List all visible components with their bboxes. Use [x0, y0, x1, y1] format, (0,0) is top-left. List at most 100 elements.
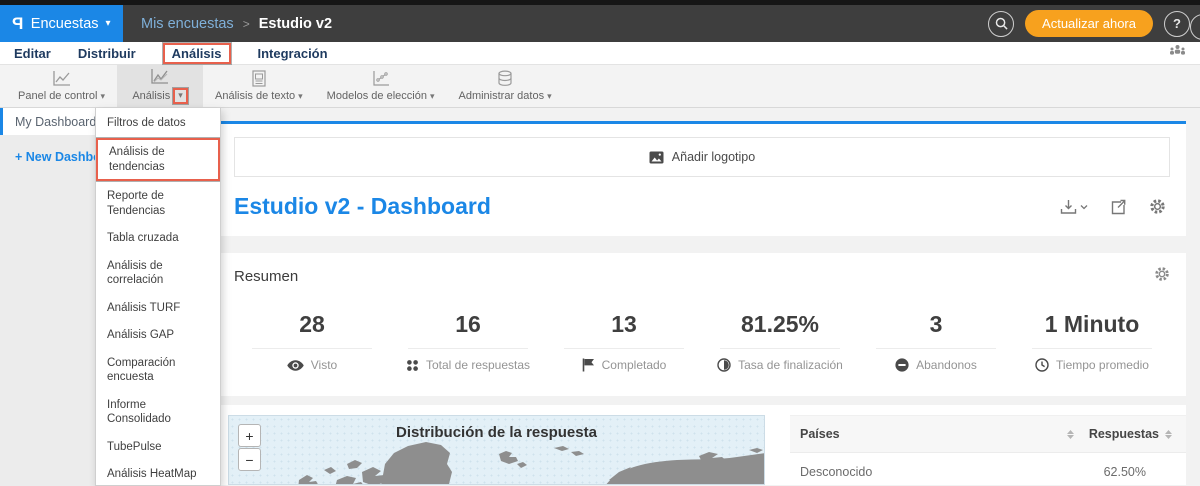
- stat-label: Abandonos: [916, 358, 977, 372]
- chevron-down-icon: ▾: [429, 90, 435, 101]
- country-cell: Desconocido: [800, 465, 873, 479]
- table-row[interactable]: Desconocido 62.50%: [790, 453, 1186, 486]
- minus-circle-icon: [895, 358, 909, 372]
- collaborators-button[interactable]: [1169, 44, 1200, 62]
- divider: [1032, 348, 1152, 349]
- breadcrumb-current-survey: Estudio v2: [258, 15, 333, 32]
- map-title: Distribución de la respuesta: [396, 424, 597, 441]
- dashboard-main: Añadir logotipo Estudio v2 - Dashboard R…: [195, 108, 1200, 486]
- download-icon: [1060, 199, 1077, 214]
- toolbar-modelos-de-eleccion[interactable]: Modelos de elección ▾: [315, 65, 447, 107]
- toolbar-analisis[interactable]: Análisis ▾: [117, 65, 204, 107]
- menu-item-analisis-gap[interactable]: Análisis GAP: [96, 323, 220, 347]
- gear-icon: [1155, 267, 1169, 281]
- toolbar-panel-de-control[interactable]: Panel de control ▾: [6, 65, 117, 107]
- tab-analisis[interactable]: Análisis: [162, 42, 231, 64]
- map-zoom-out-button[interactable]: −: [238, 448, 261, 471]
- world-map-graphic: [298, 442, 764, 484]
- menu-item-reporte-de-tendencias[interactable]: Reporte de Tendencias: [96, 184, 220, 223]
- grid-dots-icon: [407, 359, 418, 371]
- toolbar-administrar-datos[interactable]: Administrar datos ▾: [447, 65, 564, 107]
- chevron-down-icon: [1080, 204, 1088, 209]
- menu-item-tabla-cruzada[interactable]: Tabla cruzada: [96, 226, 220, 250]
- stat-total-responses: 16 Total de respuestas: [390, 311, 546, 372]
- summary-panel: Resumen 28 Visto 16 Total de respuestas …: [218, 253, 1186, 396]
- stat-value: 1 Minuto: [1044, 311, 1140, 337]
- share-button[interactable]: [1110, 199, 1127, 215]
- add-logo-dropzone[interactable]: Añadir logotipo: [234, 137, 1170, 177]
- stat-label: Visto: [310, 358, 338, 372]
- column-header-responses[interactable]: Respuestas: [1089, 427, 1159, 441]
- stat-value: 81.25%: [740, 311, 819, 337]
- toolbar-analisis-de-texto[interactable]: Análisis de texto ▾: [203, 65, 315, 107]
- chevron-down-icon[interactable]: ▾: [178, 90, 183, 100]
- eye-icon: [287, 359, 304, 371]
- summary-settings-button[interactable]: [1154, 266, 1170, 287]
- stat-label: Total de respuestas: [425, 358, 531, 372]
- chevron-down-icon: ▾: [298, 90, 303, 101]
- menu-item-filtros-de-datos[interactable]: Filtros de datos: [96, 111, 220, 135]
- tab-editar[interactable]: Editar: [14, 47, 51, 60]
- stat-completed: 13 Completado: [546, 311, 702, 372]
- menu-item-tubepulse[interactable]: TubePulse: [96, 435, 220, 459]
- divider: [720, 348, 840, 349]
- annotation-box-caret: ▾: [173, 88, 188, 104]
- image-icon: [649, 151, 664, 163]
- flag-icon: [582, 358, 594, 372]
- app-header: P Encuestas ▾ Mis encuestas > Estudio v2…: [0, 5, 1200, 42]
- header-actions: Actualizar ahora ?: [988, 10, 1200, 37]
- menu-item-analisis-turf[interactable]: Análisis TURF: [96, 296, 220, 320]
- map-zoom-in-button[interactable]: +: [238, 424, 261, 447]
- choice-chart-icon: [371, 70, 391, 87]
- stat-dropouts: 3 Abandonos: [858, 311, 1014, 372]
- menu-item-informe-consolidado[interactable]: Informe Consolidado: [96, 393, 220, 432]
- stat-value: 3: [929, 311, 943, 337]
- menu-item-analisis-de-correlacion[interactable]: Análisis de correlación: [96, 254, 220, 293]
- stat-label: Tiempo promedio: [1056, 358, 1149, 372]
- clock-icon: [1035, 358, 1049, 372]
- responses-cell: 62.50%: [1103, 465, 1146, 479]
- survey-tabs: Editar Distribuir Análisis Integración: [0, 42, 1200, 65]
- stat-average-time: 1 Minuto Tiempo promedio: [1014, 311, 1170, 372]
- tab-distribuir[interactable]: Distribuir: [78, 47, 136, 60]
- breadcrumb-separator: >: [242, 16, 250, 31]
- tab-integracion[interactable]: Integración: [258, 47, 328, 60]
- dashboard-settings-button[interactable]: [1149, 198, 1166, 215]
- stat-value: 16: [455, 311, 481, 337]
- chevron-down-icon: ▾: [105, 18, 111, 29]
- add-logo-label: Añadir logotipo: [671, 150, 756, 164]
- menu-item-analisis-heatmap[interactable]: Análisis HeatMap: [96, 462, 220, 485]
- sort-icon[interactable]: [1066, 429, 1074, 439]
- help-button[interactable]: ?: [1164, 10, 1190, 37]
- table-header-row: Países Respuestas: [790, 416, 1186, 453]
- column-header-countries[interactable]: Países: [800, 427, 840, 441]
- analytics-toolbar: Panel de control ▾ Análisis ▾ Análisis de …: [0, 65, 1200, 108]
- bottom-widgets-panel: + − Distribución de la respuesta Países …: [218, 405, 1186, 485]
- stat-value: 13: [611, 311, 637, 337]
- toolbar-label: Análisis: [132, 90, 171, 102]
- breadcrumb-my-surveys[interactable]: Mis encuestas: [141, 16, 234, 32]
- questionpro-logo-icon: P: [12, 14, 24, 33]
- stat-viewed: 28 Visto: [234, 311, 390, 372]
- database-icon: [496, 70, 514, 87]
- toolbar-label: Panel de control: [18, 90, 98, 102]
- product-switcher-button[interactable]: P Encuestas ▾: [0, 5, 123, 42]
- divider: [408, 348, 528, 349]
- response-distribution-map[interactable]: + − Distribución de la respuesta: [228, 415, 765, 485]
- menu-item-comparacion-encuesta[interactable]: Comparación encuesta: [96, 351, 220, 390]
- summary-stats: 28 Visto 16 Total de respuestas 13 Compl…: [234, 311, 1170, 372]
- update-now-button[interactable]: Actualizar ahora: [1025, 10, 1153, 37]
- analysis-dropdown-menu: Filtros de datos Análisis de tendencias …: [95, 108, 221, 486]
- chevron-down-icon: ▾: [547, 90, 552, 101]
- text-document-icon: [250, 70, 268, 87]
- toolbar-label: Administrar datos: [458, 90, 545, 102]
- search-button[interactable]: [988, 10, 1015, 37]
- download-button[interactable]: [1060, 199, 1088, 215]
- completion-rate-icon: [717, 358, 731, 372]
- countries-table: Países Respuestas Desconocido 62.50%: [790, 415, 1186, 485]
- sort-icon[interactable]: [1165, 429, 1172, 439]
- gear-icon: [1150, 199, 1165, 214]
- summary-heading: Resumen: [234, 268, 299, 285]
- menu-item-analisis-de-tendencias[interactable]: Análisis de tendencias: [96, 138, 220, 182]
- chevron-down-icon: ▾: [100, 90, 106, 101]
